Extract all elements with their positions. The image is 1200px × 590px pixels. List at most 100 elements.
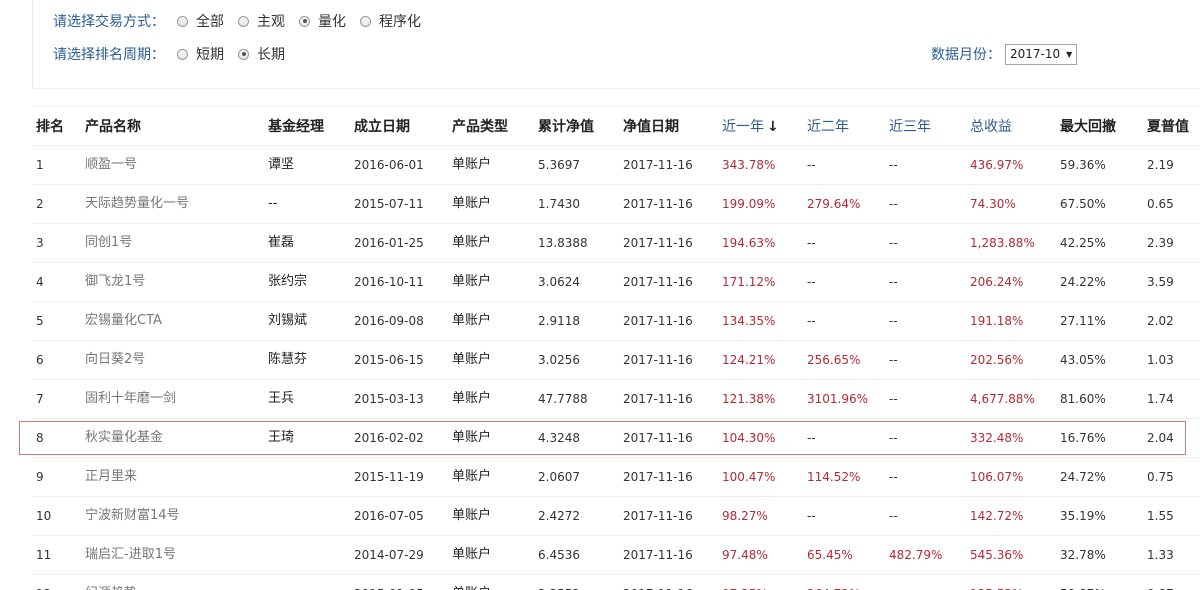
cell-product-name[interactable]: 秋实量化基金 [85,419,163,457]
cell-sharpe: 0.65 [1147,197,1174,211]
cell-product-type: 单账户 [452,430,492,445]
cell-rank: 3 [36,236,44,250]
cell-product-name[interactable]: 天际趋势量化一号 [85,185,189,223]
cell-sharpe: 2.19 [1147,158,1174,172]
cell-return-2y: 3101.96% [807,392,869,406]
cell-return-3y: -- [889,509,898,523]
table-row[interactable]: 6 向日葵2号 陈慧芬 2015-06-15 单账户 3.0256 2017-11-16 12… [32,341,1200,380]
cell-product-name[interactable]: 正月里来 [85,458,137,496]
cell-nav-date: 2017-11-16 [623,353,693,367]
cell-cumulative-nav: 3.0624 [538,275,580,289]
col-total-sort[interactable]: 总收益 [970,107,1012,145]
col-1y-sort[interactable]: 近一年 ↓ [722,107,779,145]
table-row[interactable]: 7 固利十年磨一剑 王兵 2015-03-13 单账户 47.7788 2017-11-16… [32,380,1200,419]
cell-return-3y: -- [889,353,898,367]
cell-sharpe: 2.39 [1147,236,1174,250]
cell-return-1y: 199.09% [722,197,776,211]
table-row[interactable]: 5 宏锡量化CTA 刘锡斌 2016-09-08 单账户 2.9118 2017-11-16… [32,302,1200,341]
cell-total-return: 545.36% [970,548,1024,562]
cell-product-type: 单账户 [452,196,492,211]
trade-mode-label: 请选择交易方式： [53,14,165,30]
cell-product-type: 单账户 [452,235,492,250]
cell-established-date: 2014-07-29 [354,548,424,562]
cell-max-drawdown: 42.25% [1060,236,1106,250]
cell-product-type: 单账户 [452,157,492,172]
cell-return-3y: -- [889,392,898,406]
radio-unchecked-icon [360,15,371,27]
cell-product-name[interactable]: 同创1号 [85,224,132,262]
cell-cumulative-nav: 3.0256 [538,353,580,367]
radio-option[interactable]: 短期 [177,44,224,64]
cell-established-date: 2015-06-15 [354,353,424,367]
cell-rank: 7 [36,392,44,406]
cell-rank: 6 [36,353,44,367]
cell-product-type: 单账户 [452,352,492,367]
cell-return-1y: 100.47% [722,470,776,484]
cell-return-2y: -- [807,275,816,289]
cell-sharpe: 1.55 [1147,509,1174,523]
cell-nav-date: 2017-11-16 [623,548,693,562]
table-row[interactable]: 3 同创1号 崔磊 2016-01-25 单账户 13.8388 2017-11-16 194… [32,224,1200,263]
cell-product-name[interactable]: 纪源趋势 [85,575,137,590]
cell-return-2y: -- [807,431,816,445]
cell-return-3y: -- [889,158,898,172]
cell-max-drawdown: 27.11% [1060,314,1106,328]
cell-nav-date: 2017-11-16 [623,197,693,211]
cell-established-date: 2016-10-11 [354,275,424,289]
cell-product-name[interactable]: 瑞启汇-进取1号 [85,536,176,574]
cell-return-1y: 194.63% [722,236,776,250]
cell-manager: 刘锡斌 [268,313,308,328]
col-manager: 基金经理 [268,119,324,135]
cell-total-return: 1,283.88% [970,236,1035,250]
cell-nav-date: 2017-11-16 [623,158,693,172]
cell-rank: 2 [36,197,44,211]
radio-checked-icon [238,48,249,60]
cell-product-name[interactable]: 御飞龙1号 [85,263,145,301]
cell-manager: 王兵 [268,391,295,406]
col-type: 产品类型 [452,119,508,135]
table-row[interactable]: 10 宁波新财富14号 2016-07-05 单账户 2.4272 2017-11-16 9… [32,497,1200,536]
cell-max-drawdown: 16.76% [1060,431,1106,445]
cell-cumulative-nav: 2.9118 [538,314,580,328]
table-row[interactable]: 11 瑞启汇-进取1号 2014-07-29 单账户 6.4536 2017-11-16 9… [32,536,1200,575]
col-rank: 排名 [36,119,64,135]
table-row[interactable]: 9 正月里来 2015-11-19 单账户 2.0607 2017-11-16 100.47… [32,458,1200,497]
cell-sharpe: 0.75 [1147,470,1174,484]
cell-max-drawdown: 35.19% [1060,509,1106,523]
data-month-select[interactable]: 2017-10 ▼ [1005,43,1078,65]
radio-option[interactable]: 全部 [177,11,224,31]
radio-checked-icon [299,15,310,27]
table-row[interactable]: 2 天际趋势量化一号 -- 2015-07-11 单账户 1.7430 2017-11-16… [32,185,1200,224]
radio-option[interactable]: 长期 [238,44,285,64]
cell-total-return: 206.24% [970,275,1024,289]
radio-option[interactable]: 主观 [238,11,285,31]
radio-option[interactable]: 量化 [299,11,346,31]
table-row[interactable]: 8 秋实量化基金 王琦 2016-02-02 单账户 4.3248 2017-11-16 10… [32,419,1200,458]
cell-return-2y: -- [807,509,816,523]
cell-return-3y: -- [889,575,898,590]
cell-return-2y: -- [807,236,816,250]
cell-return-3y: -- [889,431,898,445]
table-row[interactable]: 4 御飞龙1号 张约宗 2016-10-11 单账户 3.0624 2017-11-16 17… [32,263,1200,302]
cell-return-2y: -- [807,314,816,328]
cell-nav-date: 2017-11-16 [623,431,693,445]
cell-total-return: 142.72% [970,509,1024,523]
cell-product-name[interactable]: 宁波新财富14号 [85,497,180,535]
cell-sharpe: 2.04 [1147,431,1174,445]
radio-option[interactable]: 程序化 [360,11,421,31]
cell-rank: 9 [36,470,44,484]
cell-product-name[interactable]: 宏锡量化CTA [85,302,162,340]
cell-manager: 张约宗 [268,274,308,289]
cell-max-drawdown: 81.60% [1060,392,1106,406]
cell-return-3y: -- [889,314,898,328]
cell-return-1y: 97.35% [722,575,768,590]
cell-return-1y: 97.48% [722,548,768,562]
cell-product-name[interactable]: 向日葵2号 [85,341,145,379]
col-2y-sort[interactable]: 近二年 [807,107,849,145]
table-row[interactable]: 12 纪源趋势 2015-01-05 单账户 2.3552 2017-11-16 97.35… [32,575,1200,590]
table-row[interactable]: 1 顺盈一号 谭坚 2016-06-01 单账户 5.3697 2017-11-16 343.… [32,146,1200,185]
col-3y-sort[interactable]: 近三年 [889,107,931,145]
radio-option-label: 短期 [196,47,224,63]
cell-product-name[interactable]: 顺盈一号 [85,146,137,184]
cell-product-name[interactable]: 固利十年磨一剑 [85,380,176,418]
